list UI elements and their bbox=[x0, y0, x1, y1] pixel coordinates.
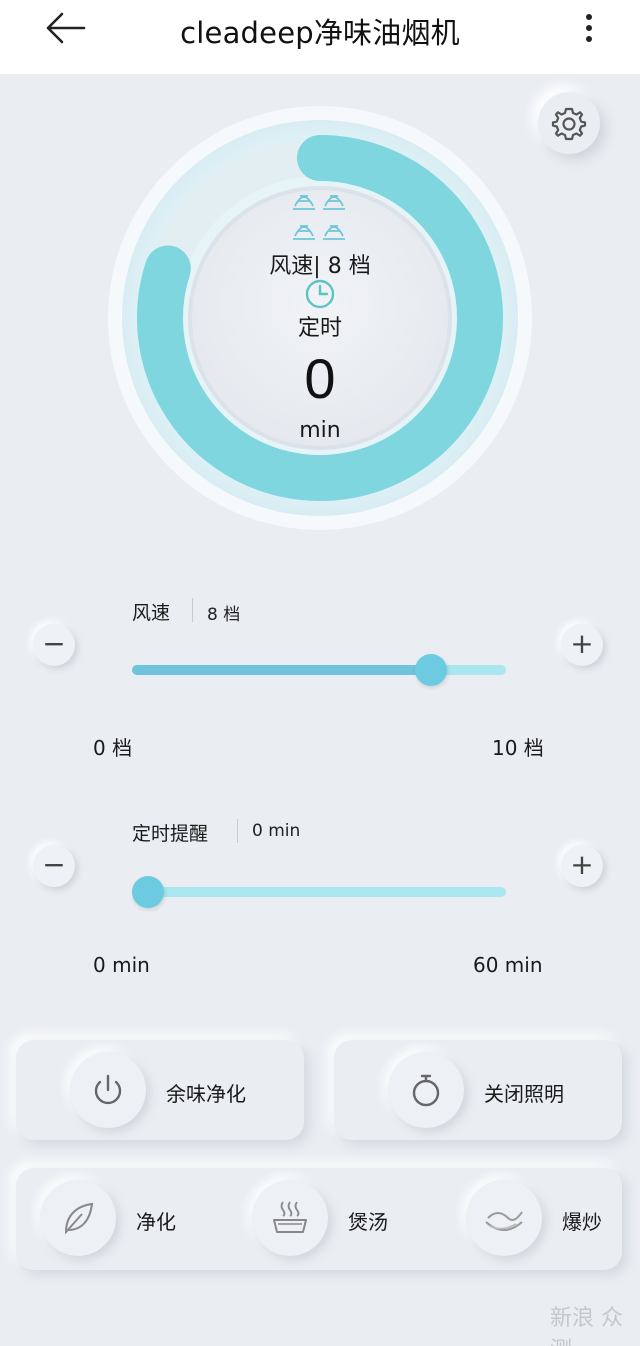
mode-card: 净化 煲汤 爆炒 bbox=[16, 1168, 622, 1270]
timer-slider-thumb[interactable] bbox=[132, 876, 164, 908]
timer-label: 定时提醒 bbox=[132, 823, 209, 845]
fan-speed-slider-fill bbox=[132, 665, 432, 675]
watermark: 新浪 众测 bbox=[550, 1306, 623, 1346]
dial-timer-label: 定时 bbox=[297, 316, 342, 341]
fan-speed-plus-button[interactable]: + bbox=[561, 624, 603, 666]
dial-readout: 风速| 8 档 定时 0 min bbox=[190, 176, 450, 466]
timer-value: 0 min bbox=[252, 821, 301, 841]
bulb-icon bbox=[412, 1074, 440, 1107]
timer-slider[interactable] bbox=[132, 876, 506, 908]
fan-speed-max-label: 10 档 bbox=[492, 736, 544, 760]
timer-max-label: 60 min bbox=[473, 953, 543, 977]
fan-speed-divider bbox=[192, 598, 193, 622]
light-off-label: 关闭照明 bbox=[484, 1082, 564, 1106]
fan-speed-min-label: 0 档 bbox=[93, 736, 133, 760]
power-button[interactable] bbox=[70, 1052, 146, 1128]
fan-speed-icon bbox=[293, 195, 345, 240]
soup-mode-icon-wrap bbox=[252, 1180, 328, 1256]
light-off-card[interactable]: 关闭照明 bbox=[334, 1040, 622, 1140]
dial-timer-value: 0 bbox=[304, 347, 336, 410]
power-icon bbox=[94, 1074, 122, 1105]
timer-minus-button[interactable]: − bbox=[33, 845, 75, 887]
soup-mode-label: 煲汤 bbox=[348, 1210, 388, 1234]
stir-fry-mode-button[interactable]: 爆炒 bbox=[466, 1180, 626, 1258]
dial-timer-unit: min bbox=[299, 418, 341, 443]
timer-divider bbox=[237, 819, 238, 843]
fan-speed-minus-button[interactable]: − bbox=[33, 624, 75, 666]
residual-purify-card[interactable]: 余味净化 bbox=[16, 1040, 304, 1140]
timer-min-label: 0 min bbox=[93, 953, 150, 977]
light-button[interactable] bbox=[388, 1052, 464, 1128]
dial-speed-text: 风速| 8 档 bbox=[269, 254, 371, 279]
fan-speed-label: 风速 bbox=[132, 602, 171, 624]
purify-mode-label: 净化 bbox=[136, 1210, 176, 1234]
timer-plus-button[interactable]: + bbox=[561, 845, 603, 887]
clock-icon bbox=[305, 279, 335, 309]
fan-speed-slider[interactable] bbox=[132, 654, 506, 686]
stir-fry-mode-icon-wrap bbox=[466, 1180, 542, 1256]
purify-mode-icon-wrap bbox=[40, 1180, 116, 1256]
leaf-icon bbox=[64, 1202, 94, 1235]
residual-purify-label: 余味净化 bbox=[166, 1082, 246, 1106]
soup-mode-button[interactable]: 煲汤 bbox=[252, 1180, 412, 1258]
fan-speed-value: 8 档 bbox=[207, 605, 241, 625]
pot-icon bbox=[273, 1201, 307, 1233]
purify-mode-button[interactable]: 净化 bbox=[40, 1180, 200, 1258]
wok-icon bbox=[485, 1211, 523, 1231]
fan-speed-slider-thumb[interactable] bbox=[415, 654, 448, 686]
stir-fry-mode-label: 爆炒 bbox=[562, 1210, 602, 1234]
